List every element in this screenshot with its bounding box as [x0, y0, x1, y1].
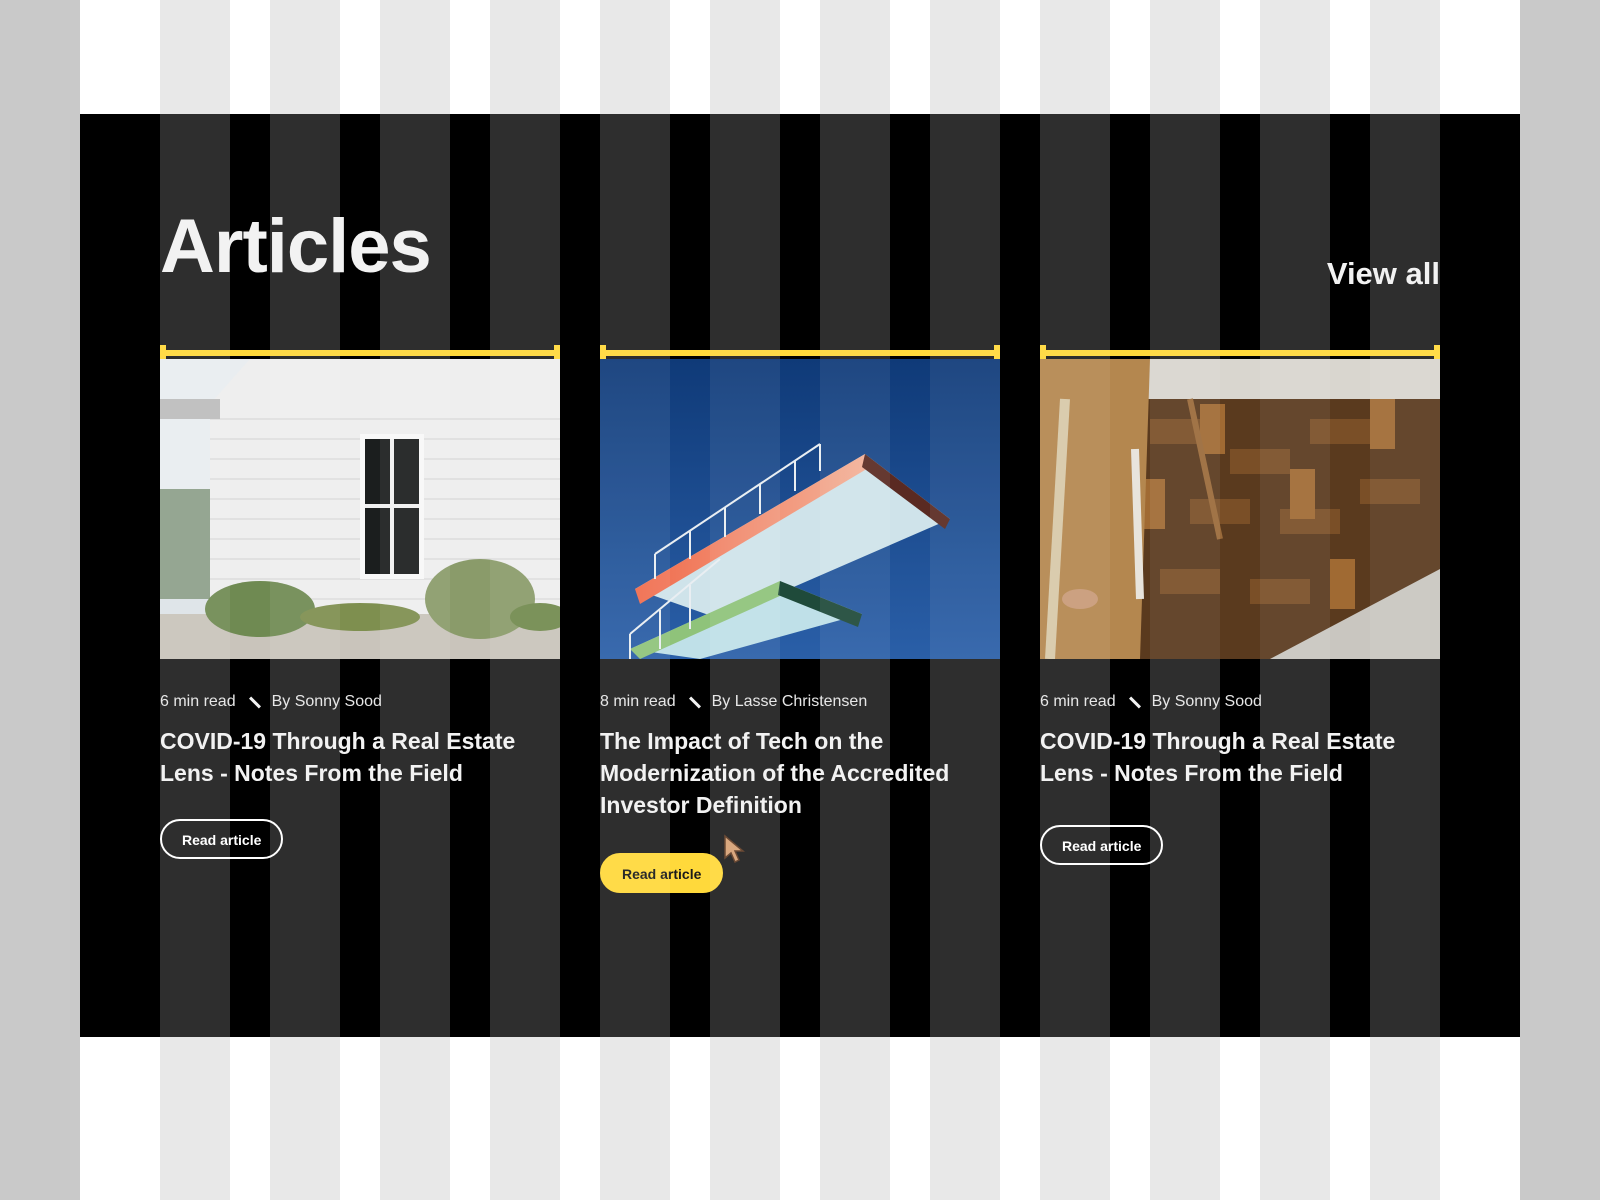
- article-meta: 6 min read By Sonny Sood: [1040, 693, 1440, 711]
- separator-slash-icon: [248, 695, 261, 709]
- diving-platform-image: [600, 359, 1000, 659]
- parquet-floor-image: [1040, 359, 1440, 659]
- article-title[interactable]: The Impact of Tech on the Modernization …: [600, 725, 1000, 821]
- read-article-button[interactable]: Read article: [1040, 825, 1164, 865]
- white-house-image: [160, 359, 560, 659]
- article-image-house[interactable]: [160, 359, 560, 659]
- author: By Lasse Christensen: [711, 693, 868, 710]
- read-time: 8 min read: [600, 693, 676, 710]
- article-title[interactable]: COVID-19 Through a Real Estate Lens - No…: [1040, 725, 1440, 789]
- view-all-link[interactable]: View all: [1327, 256, 1440, 292]
- read-time: 6 min read: [1040, 693, 1116, 710]
- article-card: 8 min read By Lasse Christensen The Impa…: [600, 345, 1000, 893]
- articles-section: Articles View all 6 min read By Sonny So…: [80, 114, 1520, 1037]
- author: By Sonny Sood: [1151, 693, 1262, 710]
- separator-slash-icon: [1128, 695, 1141, 709]
- author: By Sonny Sood: [271, 693, 382, 710]
- width-indicator: [160, 345, 560, 363]
- width-indicator: [600, 345, 1000, 363]
- width-indicator: [1040, 345, 1440, 363]
- article-image-platform[interactable]: [600, 359, 1000, 659]
- separator-slash-icon: [688, 695, 701, 709]
- article-image-floor[interactable]: [1040, 359, 1440, 659]
- read-article-button[interactable]: Read article: [600, 853, 724, 893]
- article-meta: 8 min read By Lasse Christensen: [600, 693, 1000, 711]
- read-article-button[interactable]: Read article: [160, 819, 284, 859]
- article-title[interactable]: COVID-19 Through a Real Estate Lens - No…: [160, 725, 560, 789]
- article-card: 6 min read By Sonny Sood COVID-19 Throug…: [160, 345, 560, 859]
- article-meta: 6 min read By Sonny Sood: [160, 693, 560, 711]
- page: Articles View all 6 min read By Sonny So…: [80, 0, 1520, 1200]
- article-card: 6 min read By Sonny Sood COVID-19 Throug…: [1040, 345, 1440, 865]
- mouse-cursor-icon: [724, 834, 745, 864]
- read-time: 6 min read: [160, 693, 236, 710]
- section-title: Articles: [160, 204, 432, 289]
